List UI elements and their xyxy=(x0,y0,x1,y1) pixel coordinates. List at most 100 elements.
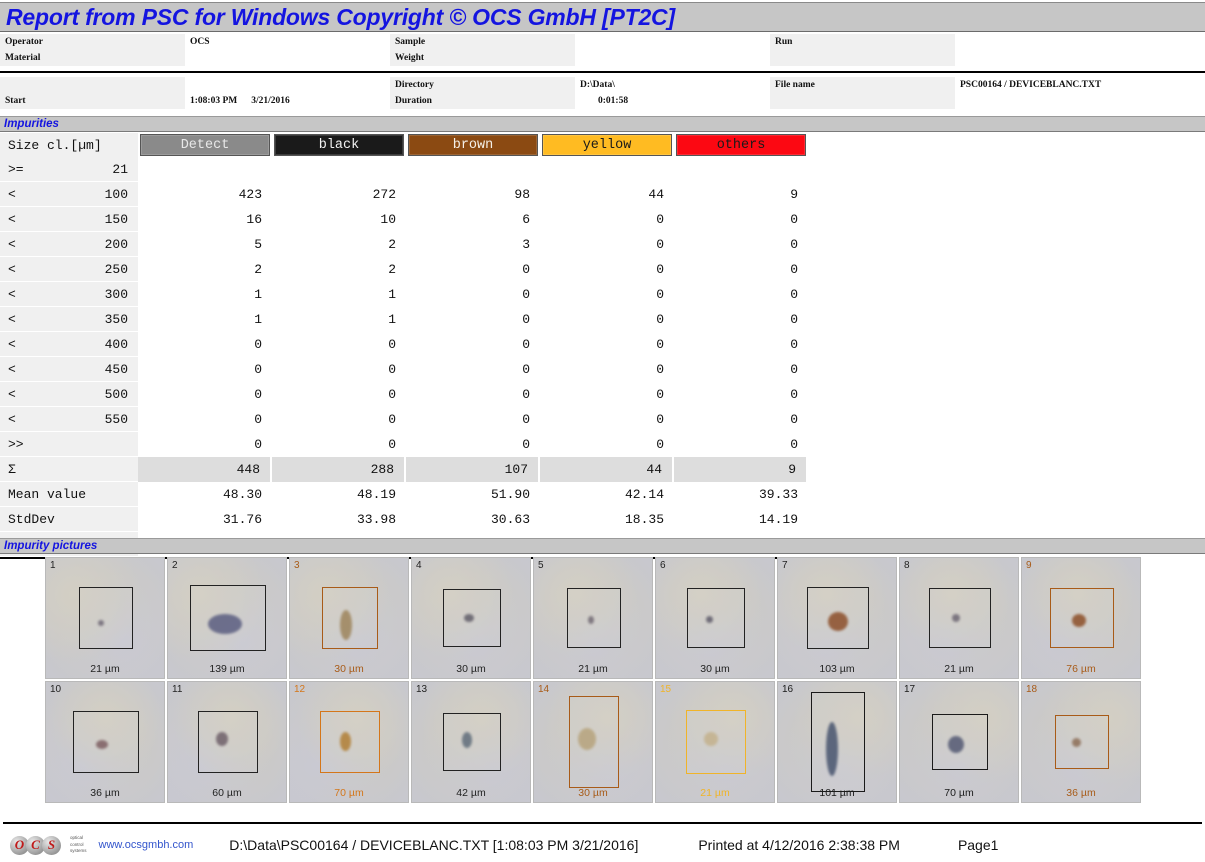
row-bound: 100 xyxy=(104,186,128,202)
duration-value: 0:01:58 xyxy=(575,93,770,109)
impurity-thumbnail[interactable]: 10 36 µm xyxy=(45,681,165,803)
cell-others: 0 xyxy=(674,332,808,357)
cell-others: 0 xyxy=(674,282,808,307)
impurity-thumbnail[interactable]: 3 30 µm xyxy=(289,557,409,679)
table-row: <300 1 1 0 0 0 xyxy=(0,282,810,307)
cell-yellow: 0 xyxy=(540,232,674,257)
row-bound: 300 xyxy=(104,286,128,302)
cell-yellow: 0 xyxy=(540,382,674,407)
thumbnail-index: 2 xyxy=(172,560,178,571)
cell-detect: 0 xyxy=(138,407,272,432)
cell-yellow: 0 xyxy=(540,332,674,357)
detection-box xyxy=(811,692,865,792)
table-row: <350 1 1 0 0 0 xyxy=(0,307,810,332)
thumbnail-index: 5 xyxy=(538,560,544,571)
start-label: Start xyxy=(0,93,185,109)
impurity-pictures-grid: 1 21 µm 2 139 µm 3 30 µm 4 30 µm 5 21 µm 6 30 µm 7 10… xyxy=(45,557,1143,805)
row-bound: 21 xyxy=(112,161,128,177)
cell-detect: 1 xyxy=(138,282,272,307)
cell-brown: 0 xyxy=(406,282,540,307)
thumbnail-size-label: 103 µm xyxy=(819,663,855,675)
cell-others: 0 xyxy=(674,432,808,457)
filename-value-spacer xyxy=(955,93,1205,109)
thumbnail-index: 10 xyxy=(50,684,62,695)
row-operator: < xyxy=(8,261,16,277)
material-value xyxy=(185,50,390,66)
cell-brown: 30.63 xyxy=(406,507,540,532)
cell-others: 0 xyxy=(674,207,808,232)
cell-brown: 0 xyxy=(406,407,540,432)
detection-box xyxy=(567,588,621,648)
cell-brown: 0 xyxy=(406,357,540,382)
impurity-thumbnail[interactable]: 13 42 µm xyxy=(411,681,531,803)
thumbnail-size-label: 101 µm xyxy=(819,787,855,799)
table-row: <550 0 0 0 0 0 xyxy=(0,407,810,432)
thumbnail-size-label: 30 µm xyxy=(578,787,608,799)
row-bound: 450 xyxy=(104,361,128,377)
run-value xyxy=(955,34,1205,50)
run-label-spacer xyxy=(770,50,955,66)
impurity-particle xyxy=(948,736,964,753)
cell-yellow: 18.35 xyxy=(540,507,674,532)
category-header-yellow[interactable]: yellow xyxy=(542,134,672,156)
impurity-thumbnail[interactable]: 11 60 µm xyxy=(167,681,287,803)
thumbnail-index: 1 xyxy=(50,560,56,571)
cell-yellow: 0 xyxy=(540,357,674,382)
impurity-thumbnail[interactable]: 17 70 µm xyxy=(899,681,1019,803)
detection-box xyxy=(929,588,991,648)
table-row: <450 0 0 0 0 0 xyxy=(0,357,810,382)
start-date: 3/21/2016 xyxy=(251,96,290,106)
cell-detect: 48.30 xyxy=(138,482,272,507)
category-header-label: Detect xyxy=(180,137,230,153)
impurity-thumbnail[interactable]: 2 139 µm xyxy=(167,557,287,679)
duration-label: Duration xyxy=(390,93,575,109)
impurity-thumbnail[interactable]: 4 30 µm xyxy=(411,557,531,679)
row-label-cell: StdDev xyxy=(0,507,138,532)
impurity-thumbnail[interactable]: 18 36 µm xyxy=(1021,681,1141,803)
impurity-particle xyxy=(706,616,713,623)
cell-detect: 0 xyxy=(138,432,272,457)
sample-label: Sample xyxy=(390,34,575,50)
operator-value: OCS xyxy=(185,34,390,50)
impurity-thumbnail[interactable]: 8 21 µm xyxy=(899,557,1019,679)
filename-label-spacer xyxy=(770,93,955,109)
row-label-cell: <250 xyxy=(0,257,138,282)
impurity-particle xyxy=(340,610,352,640)
thumbnail-size-label: 60 µm xyxy=(212,787,242,799)
cell-detect: 2 xyxy=(138,257,272,282)
cell-detect: 0 xyxy=(138,357,272,382)
thumbnail-size-label: 30 µm xyxy=(334,663,364,675)
impurity-thumbnail[interactable]: 6 30 µm xyxy=(655,557,775,679)
section-title-impurity-pictures: Impurity pictures xyxy=(4,540,98,552)
impurity-thumbnail[interactable]: 1 21 µm xyxy=(45,557,165,679)
impurities-table: Size cl.[µm] Detect black brown yellow other… xyxy=(0,133,810,559)
cell-others: 0 xyxy=(674,357,808,382)
row-label-cell: >= 21 xyxy=(0,157,138,182)
section-bar-impurities: Impurities xyxy=(0,116,1205,132)
cell-yellow: 0 xyxy=(540,282,674,307)
size-class-header: Size cl.[µm] xyxy=(0,133,138,157)
ocs-tagline: optical control systems xyxy=(70,834,87,854)
cell-yellow: 44 xyxy=(540,457,672,482)
impurities-table-header: Size cl.[µm] Detect black brown yellow other… xyxy=(0,133,810,157)
impurity-thumbnail[interactable]: 15 21 µm xyxy=(655,681,775,803)
impurity-thumbnail[interactable]: 14 30 µm xyxy=(533,681,653,803)
category-header-brown[interactable]: brown xyxy=(408,134,538,156)
ocs-website-link[interactable]: www.ocsgmbh.com xyxy=(99,839,194,851)
table-row: <100 423 272 98 44 9 xyxy=(0,182,810,207)
impurity-thumbnail[interactable]: 7 103 µm xyxy=(777,557,897,679)
cell-yellow: 42.14 xyxy=(540,482,674,507)
thumbnail-size-label: 21 µm xyxy=(578,663,608,675)
cell-others: 9 xyxy=(674,182,808,207)
category-header-detect[interactable]: Detect xyxy=(140,134,270,156)
impurity-thumbnail[interactable]: 5 21 µm xyxy=(533,557,653,679)
thumbnail-index: 18 xyxy=(1026,684,1038,695)
row-label-cell: <100 xyxy=(0,182,138,207)
impurity-thumbnail[interactable]: 9 76 µm xyxy=(1021,557,1141,679)
category-header-others[interactable]: others xyxy=(676,134,806,156)
cell-others: 14.19 xyxy=(674,507,808,532)
impurity-thumbnail[interactable]: 12 70 µm xyxy=(289,681,409,803)
category-header-black[interactable]: black xyxy=(274,134,404,156)
impurity-particle xyxy=(98,620,104,626)
impurity-thumbnail[interactable]: 16 101 µm xyxy=(777,681,897,803)
